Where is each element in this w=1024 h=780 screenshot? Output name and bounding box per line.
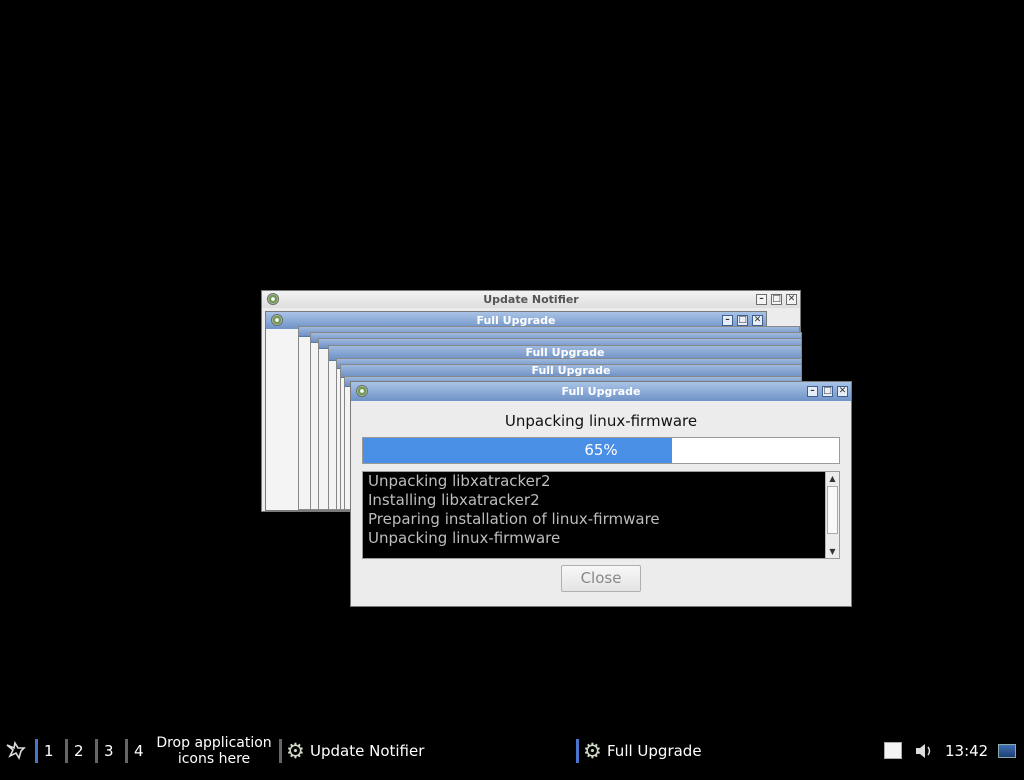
- progress-label: 65%: [584, 441, 618, 459]
- drop-hint-line: Drop application: [156, 735, 272, 751]
- scrollbar-thumb[interactable]: [827, 486, 838, 534]
- scrollbar[interactable]: ▲ ▼: [825, 472, 839, 558]
- workspace-separator: [35, 739, 38, 763]
- progress-bar: 65%: [362, 437, 840, 464]
- workspace-separator: [95, 739, 98, 763]
- task-label: Full Upgrade: [607, 742, 702, 760]
- notes-icon[interactable]: [884, 742, 902, 759]
- log-lines: Unpacking libxatracker2 Installing libxa…: [368, 472, 823, 548]
- scroll-up-arrow-icon[interactable]: ▲: [826, 472, 839, 485]
- workspace-1[interactable]: 1: [44, 734, 54, 768]
- minimize-icon[interactable]: –: [807, 386, 818, 397]
- log-line: Unpacking linux-firmware: [368, 529, 561, 547]
- taskbar: 1 2 3 4 Drop application icons here ⚙ Up…: [0, 734, 1024, 768]
- close-icon[interactable]: ✕: [837, 386, 848, 397]
- maximize-icon[interactable]: □: [822, 386, 833, 397]
- volume-icon[interactable]: [913, 740, 935, 762]
- minimize-icon[interactable]: –: [722, 315, 733, 326]
- workspace-separator: [65, 739, 68, 763]
- minimize-icon[interactable]: –: [756, 294, 767, 305]
- task-separator: [576, 739, 579, 763]
- launcher-drop-zone[interactable]: Drop application icons here: [150, 735, 278, 767]
- maximize-icon[interactable]: □: [771, 294, 782, 305]
- start-menu-icon[interactable]: [4, 734, 26, 768]
- drop-hint-line: icons here: [177, 751, 251, 767]
- workspace-4[interactable]: 4: [134, 734, 144, 768]
- status-text: Unpacking linux-firmware: [504, 412, 698, 430]
- close-button[interactable]: Close: [561, 565, 641, 592]
- gear-icon: ⚙: [286, 739, 305, 763]
- full-upgrade-app-icon: [356, 385, 368, 397]
- full-upgrade-titlebar[interactable]: Full Upgrade – □ ✕: [351, 382, 851, 401]
- clock[interactable]: 13:42: [945, 734, 988, 768]
- update-notifier-titlebar[interactable]: Update Notifier – □ ✕: [262, 291, 800, 308]
- close-icon[interactable]: ✕: [786, 294, 797, 305]
- workspace-2[interactable]: 2: [74, 734, 84, 768]
- full-upgrade-window: Full Upgrade – □ ✕ Unpacking linux-firmw…: [350, 381, 852, 607]
- scroll-down-arrow-icon[interactable]: ▼: [826, 545, 839, 558]
- launcher-separator: [279, 739, 282, 763]
- task-update-notifier[interactable]: ⚙ Update Notifier: [286, 734, 566, 768]
- log-view: Unpacking libxatracker2 Installing libxa…: [362, 471, 840, 559]
- full-upgrade-title: Full Upgrade: [561, 385, 641, 398]
- log-line: Unpacking libxatracker2: [368, 472, 551, 490]
- maximize-icon[interactable]: □: [737, 315, 748, 326]
- full-upgrade-app-icon: [271, 314, 283, 326]
- desktop-show-icon[interactable]: [998, 744, 1016, 758]
- gear-icon: ⚙: [583, 739, 602, 763]
- log-line: Preparing installation of linux-firmware: [368, 510, 660, 528]
- workspace-separator: [125, 739, 128, 763]
- log-line: Installing libxatracker2: [368, 491, 540, 509]
- task-full-upgrade[interactable]: ⚙ Full Upgrade: [583, 734, 863, 768]
- update-notifier-app-icon: [267, 293, 279, 305]
- workspace-3[interactable]: 3: [104, 734, 114, 768]
- task-label: Update Notifier: [310, 742, 425, 760]
- close-icon[interactable]: ✕: [752, 315, 763, 326]
- update-notifier-title: Update Notifier: [483, 293, 579, 306]
